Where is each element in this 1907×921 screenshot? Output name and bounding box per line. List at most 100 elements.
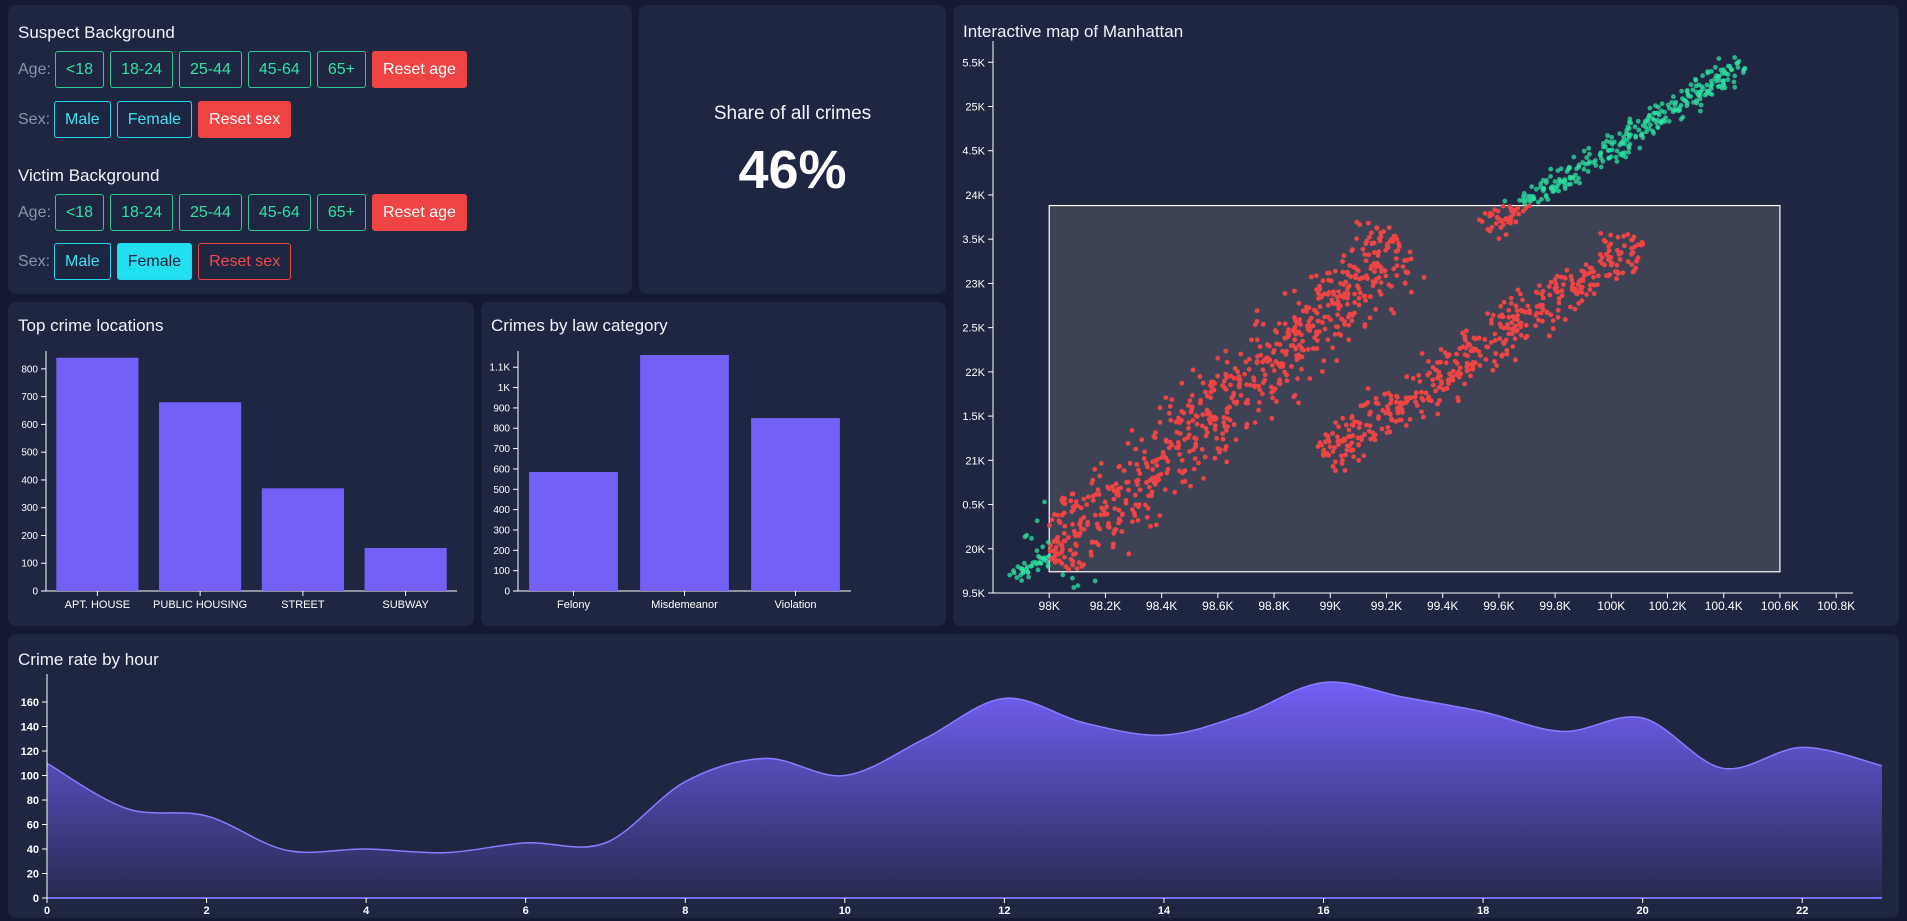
suspect-sex-female-button[interactable]: Female: [116, 101, 193, 138]
map-point: [1199, 423, 1205, 429]
map-point: [1166, 410, 1172, 416]
map-x-tick-label: 100.2K: [1648, 599, 1686, 613]
map-x-tick-label: 99.6K: [1483, 599, 1514, 613]
map-point: [1514, 308, 1520, 313]
map-point: [1539, 196, 1544, 202]
map-point: [1661, 117, 1666, 123]
victim-age-65plus-button[interactable]: 65+: [316, 194, 366, 231]
map-point: [1509, 331, 1515, 336]
map-point: [1125, 441, 1131, 446]
suspect-age-under18-button[interactable]: <18: [54, 51, 105, 88]
map-point: [1347, 311, 1353, 317]
victim-age-under18-button[interactable]: <18: [54, 194, 105, 231]
map-point: [1388, 393, 1394, 399]
map-point: [1615, 234, 1621, 240]
map-point: [1377, 288, 1382, 294]
map-point: [1326, 452, 1331, 458]
suspect-age-18-24-button[interactable]: 18-24: [110, 51, 173, 88]
map-point: [1502, 198, 1508, 204]
map-point: [1533, 323, 1538, 328]
victim-sex-female-button[interactable]: Female: [116, 243, 193, 280]
map-x-tick-label: 98.8K: [1258, 599, 1289, 613]
map-point: [1056, 540, 1061, 545]
map-point: [1367, 315, 1373, 321]
map-point: [1189, 392, 1195, 398]
map-point: [1139, 437, 1145, 443]
map-x-tick-label: 98.6K: [1202, 599, 1233, 613]
map-point: [1265, 342, 1270, 348]
map-point: [1363, 258, 1369, 264]
map-point: [1617, 251, 1622, 257]
map-point: [1360, 403, 1366, 408]
suspect-reset-age-button[interactable]: Reset age: [371, 51, 467, 88]
map-point: [1494, 215, 1500, 220]
map-point: [1650, 128, 1656, 134]
victim-sex-label: Sex:: [18, 252, 51, 270]
map-point: [1232, 366, 1238, 371]
share-panel: Share of all crimes 46%: [639, 5, 946, 294]
map-point: [1320, 369, 1325, 374]
law-x-tick-label: Misdemeanor: [651, 599, 718, 611]
map-point: [1638, 242, 1644, 248]
victim-sex-male-button[interactable]: Male: [54, 243, 111, 280]
map-point: [1259, 391, 1265, 397]
map-point: [1552, 179, 1558, 184]
suspect-age-65plus-button[interactable]: 65+: [316, 51, 366, 88]
victim-age-18-24-button[interactable]: 18-24: [110, 194, 173, 231]
map-point: [1343, 279, 1349, 285]
map-point: [1061, 510, 1067, 516]
map-point: [1632, 124, 1638, 130]
map-point: [1095, 525, 1101, 530]
map-point: [1199, 447, 1205, 452]
map-point: [1076, 560, 1082, 565]
map-point: [1377, 238, 1383, 244]
suspect-age-45-64-button[interactable]: 45-64: [247, 51, 311, 88]
map-point: [1577, 180, 1582, 186]
map-point: [1732, 84, 1738, 90]
suspect-age-25-44-button[interactable]: 25-44: [178, 51, 242, 88]
map-point: [1626, 150, 1631, 155]
map-point: [1121, 468, 1127, 474]
suspect-reset-sex-button[interactable]: Reset sex: [198, 101, 292, 138]
map-point: [1426, 397, 1432, 403]
hourly-x-tick-label: 8: [682, 905, 688, 917]
victim-age-25-44-button[interactable]: 25-44: [178, 194, 242, 231]
map-point: [1299, 366, 1304, 372]
map-point: [1498, 303, 1504, 309]
map-point: [1375, 401, 1381, 407]
hourly-area-chart: 0 2 4 6 8 10 12 14 16 18 20 22 0 20 40 60 80 100 120 140 160: [21, 674, 1883, 917]
map-point: [1477, 363, 1483, 368]
map-point: [1137, 471, 1143, 476]
victim-reset-sex-button[interactable]: Reset sex: [198, 243, 292, 280]
map-point: [1341, 253, 1347, 259]
victim-age-45-64-button[interactable]: 45-64: [247, 194, 311, 231]
suspect-sex-male-button[interactable]: Male: [54, 101, 111, 138]
map-point: [1029, 536, 1034, 541]
map-point: [1221, 415, 1227, 420]
map-point: [1365, 220, 1371, 226]
map-point: [1365, 400, 1371, 405]
locations-y-tick-label: 400: [21, 475, 38, 486]
map-point: [1190, 418, 1196, 423]
map-point: [1464, 368, 1470, 374]
victim-reset-age-button[interactable]: Reset age: [371, 194, 467, 231]
map-scatter-chart[interactable]: 98K 98.2K 98.4K 98.6K 98.8K 99K 99.2K 99.4K 99.6…: [953, 5, 1899, 626]
map-point: [1435, 411, 1441, 417]
map-point: [1194, 421, 1200, 427]
map-point: [1644, 129, 1649, 135]
map-point: [1709, 81, 1715, 87]
map-point: [1400, 410, 1405, 415]
map-point: [1370, 279, 1376, 284]
map-point: [1334, 434, 1340, 440]
map-point: [1024, 532, 1030, 538]
hourly-x-tick-label: 16: [1317, 905, 1329, 917]
map-point: [1394, 263, 1400, 269]
law-y-tick-label: 300: [493, 525, 510, 536]
map-point: [1389, 416, 1394, 422]
map-point: [1430, 377, 1436, 383]
map-point: [1381, 229, 1387, 235]
map-point: [1200, 412, 1206, 418]
map-point: [1497, 321, 1503, 327]
map-point: [1553, 185, 1558, 191]
victim-age-row: Age: <18 18-24 25-44 45-64 65+ Reset age: [18, 194, 473, 231]
